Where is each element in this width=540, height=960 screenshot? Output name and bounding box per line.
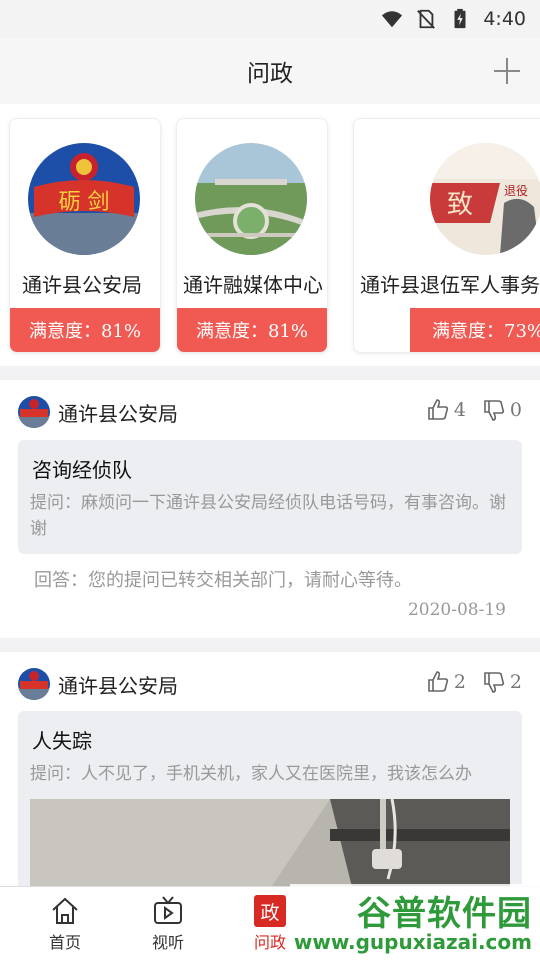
department-card[interactable]: 致 退役 通许县退伍军人事务 满意度：73% xyxy=(353,118,540,353)
question-title: 咨询经侦队 xyxy=(32,458,132,482)
clock: 4:40 xyxy=(483,8,526,30)
department-name: 通许融媒体中心 xyxy=(183,273,323,297)
thumbs-up-icon[interactable] xyxy=(426,398,450,422)
plus-icon[interactable] xyxy=(492,56,522,86)
question-title: 人失踪 xyxy=(32,729,92,753)
vote-controls: 4 0 xyxy=(426,398,522,422)
department-name: 通许县公安局 xyxy=(58,401,178,426)
question-box[interactable]: 人失踪 提问：人不见了，手机关机，家人又在医院里，我该怎么办 xyxy=(18,711,522,919)
home-icon xyxy=(52,897,78,924)
tv-icon xyxy=(154,896,182,924)
department-avatar xyxy=(18,396,50,428)
wifi-icon xyxy=(382,11,403,28)
post-author: 通许县公安局 xyxy=(18,396,178,428)
department-card[interactable]: 砺 剑 通许县公安局 满意度：81% xyxy=(9,118,161,353)
status-bar: 4:40 xyxy=(0,0,540,38)
svg-text:砺 剑: 砺 剑 xyxy=(59,190,110,215)
satisfaction-badge: 满意度：73% xyxy=(410,308,540,352)
department-carousel[interactable]: 砺 剑 通许县公安局 满意度：81% 通许融媒体中心 满意度：81% 致 退役 … xyxy=(0,104,540,366)
tab-label: 首页 xyxy=(48,933,81,952)
qa-post[interactable]: 通许县公安局 4 0 咨询经侦队 提问：麻烦问一下通许县公安局经侦队电话号码，有… xyxy=(0,380,540,638)
like-count: 4 xyxy=(453,399,466,421)
question-box[interactable]: 咨询经侦队 提问：麻烦问一下通许县公安局经侦队电话号码，有事咨询。谢谢 xyxy=(18,440,522,554)
thumbs-down-icon[interactable] xyxy=(482,670,506,694)
no-sim-icon xyxy=(417,9,436,29)
battery-charging-icon xyxy=(454,8,466,29)
tab-video[interactable]: 视听 xyxy=(118,895,218,953)
post-date: 2020-08-19 xyxy=(407,600,506,620)
vote-controls: 2 2 xyxy=(426,670,522,694)
post-author: 通许县公安局 xyxy=(18,668,178,700)
zheng-icon: 政 xyxy=(254,895,286,927)
like-count: 2 xyxy=(453,671,466,693)
top-bar: 问政 xyxy=(0,38,540,104)
aerial-city-avatar xyxy=(195,143,307,255)
qa-post[interactable]: 通许县公安局 2 2 人失踪 提问：人不见了，手机关机，家人又在医院里，我该怎么… xyxy=(0,652,540,919)
svg-text:致: 致 xyxy=(447,190,473,220)
police-emblem-avatar: 砺 剑 xyxy=(28,143,140,255)
watermark-title: 谷普软件园 xyxy=(357,894,532,934)
department-card[interactable]: 通许融媒体中心 满意度：81% xyxy=(176,118,328,353)
dislike-count: 0 xyxy=(509,399,522,421)
page-title: 问政 xyxy=(247,61,293,87)
svg-text:退役: 退役 xyxy=(504,183,528,198)
satisfaction-badge: 满意度：81% xyxy=(10,308,160,352)
question-text: 提问：人不见了，手机关机，家人又在医院里，我该怎么办 xyxy=(30,764,472,784)
satisfaction-badge: 满意度：81% xyxy=(177,308,327,352)
thumbs-up-icon[interactable] xyxy=(426,670,450,694)
department-avatar xyxy=(18,668,50,700)
watermark: 谷普软件园 www.gupuxiazai.com xyxy=(290,884,540,960)
question-text: 提问：麻烦问一下通许县公安局经侦队电话号码，有事咨询。谢谢 xyxy=(30,493,506,539)
watermark-url: www.gupuxiazai.com xyxy=(293,930,532,954)
tab-home[interactable]: 首页 xyxy=(15,895,115,953)
thumbs-down-icon[interactable] xyxy=(482,398,506,422)
tab-label: 视听 xyxy=(151,933,184,952)
dislike-count: 2 xyxy=(509,671,522,693)
department-name: 通许县公安局 xyxy=(22,273,142,297)
department-name: 通许县退伍军人事务 xyxy=(360,273,540,297)
veterans-banner-avatar: 致 退役 xyxy=(430,143,540,255)
tab-label: 问政 xyxy=(253,933,286,952)
answer-text: 回答：您的提问已转交相关部门，请耐心等待。 xyxy=(34,570,412,591)
department-name: 通许县公安局 xyxy=(58,673,178,698)
